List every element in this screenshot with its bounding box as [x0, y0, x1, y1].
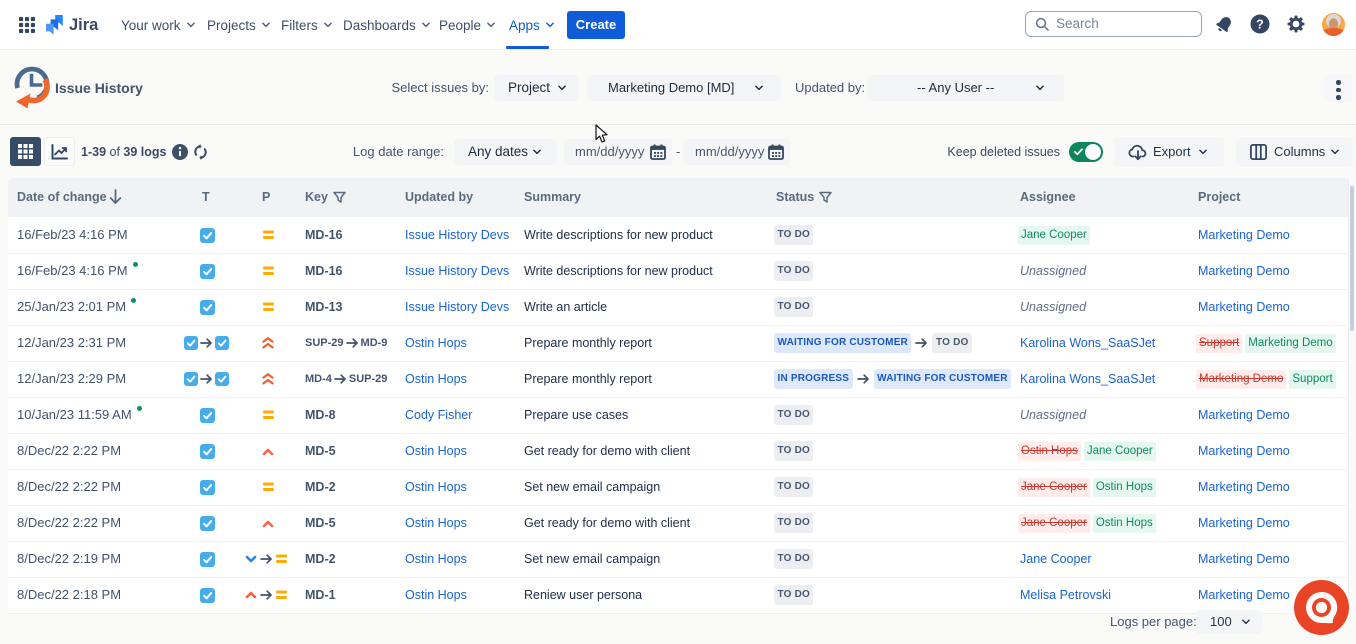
- svg-text:?: ?: [1256, 18, 1264, 32]
